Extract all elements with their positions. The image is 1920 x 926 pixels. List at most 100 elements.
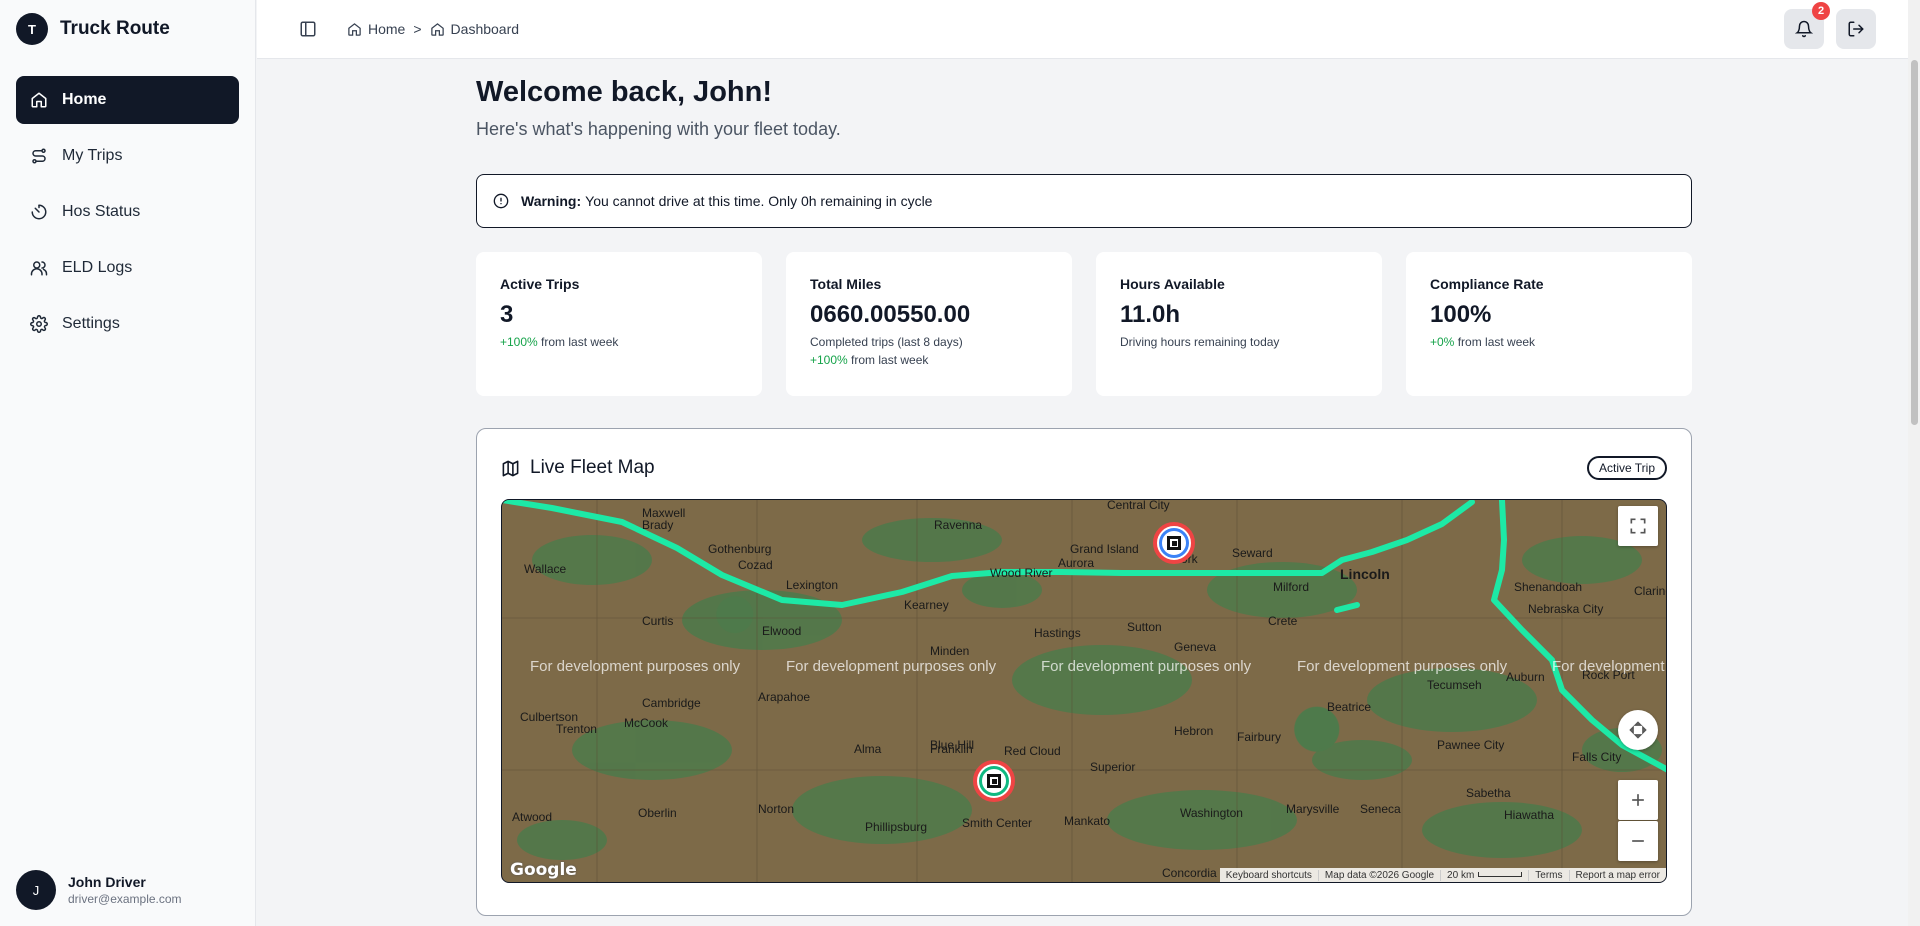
sidebar: T Truck Route Home My Trips Hos Status E… bbox=[0, 0, 256, 926]
breadcrumb-dashboard[interactable]: Dashboard bbox=[430, 21, 519, 37]
map-watermark: For development purposes only bbox=[1297, 658, 1508, 675]
map-city-label: Oberlin bbox=[638, 806, 677, 820]
map-camera-control[interactable] bbox=[1618, 710, 1658, 750]
map-attribution: Keyboard shortcuts Map data ©2026 Google… bbox=[1219, 868, 1666, 882]
stat-value: 11.0h bbox=[1120, 301, 1181, 328]
fullscreen-button[interactable] bbox=[1618, 506, 1658, 546]
map-city-label: Gothenburg bbox=[708, 542, 772, 556]
stat-change: +0% from last week bbox=[1430, 335, 1668, 349]
sidebar-item-eld-logs[interactable]: ELD Logs bbox=[16, 244, 239, 292]
stat-change-suffix: from last week bbox=[1457, 335, 1536, 349]
sidebar-nav: Home My Trips Hos Status ELD Logs Settin… bbox=[0, 58, 255, 348]
map-panel-title: Live Fleet Map bbox=[501, 457, 655, 479]
map-city-label: Cambridge bbox=[642, 696, 701, 710]
route-icon bbox=[32, 148, 46, 164]
map-city-label: Kearney bbox=[904, 598, 949, 612]
notification-badge: 2 bbox=[1812, 2, 1830, 20]
map-scale[interactable]: 20 km bbox=[1440, 869, 1528, 881]
sidebar-item-hos-status[interactable]: Hos Status bbox=[16, 188, 239, 236]
terms-link[interactable]: Terms bbox=[1528, 869, 1568, 881]
stat-change-value: +100% bbox=[500, 335, 538, 349]
map-city-label: Lincoln bbox=[1340, 566, 1390, 582]
map-city-label: Geneva bbox=[1174, 640, 1217, 654]
sidebar-item-home[interactable]: Home bbox=[16, 76, 239, 124]
stat-change: +100% from last week bbox=[500, 335, 738, 349]
bell-icon bbox=[1795, 20, 1813, 38]
map-city-label: Brady bbox=[642, 518, 674, 532]
map-city-label: Lexington bbox=[786, 578, 839, 592]
map-city-label: Hastings bbox=[1034, 626, 1081, 640]
map-city-label: Norton bbox=[758, 802, 795, 816]
map-city-label: Phillipsburg bbox=[865, 820, 928, 834]
stat-change-value: +0% bbox=[1430, 335, 1455, 349]
map-city-label: Crete bbox=[1268, 614, 1298, 628]
map-city-label: Milford bbox=[1273, 580, 1310, 594]
map-city-label: Aurora bbox=[1058, 556, 1095, 570]
map-city-label: Tecumseh bbox=[1427, 678, 1482, 692]
map-city-label: Curtis bbox=[642, 614, 674, 628]
avatar: J bbox=[16, 870, 56, 910]
map-city-label: McCook bbox=[624, 716, 669, 730]
panel-left-icon bbox=[300, 21, 316, 37]
fullscreen-icon bbox=[1630, 518, 1646, 534]
user-email: driver@example.com bbox=[68, 892, 182, 906]
stat-change-value: +100% bbox=[810, 353, 848, 367]
map-city-label: Minden bbox=[930, 644, 970, 658]
zoom-out-button[interactable] bbox=[1618, 821, 1658, 861]
page-subtitle: Here's what's happening with your fleet … bbox=[476, 119, 841, 139]
map-city-label: Mankato bbox=[1064, 814, 1111, 828]
map-city-label: Seward bbox=[1232, 546, 1273, 560]
notifications-button[interactable]: 2 bbox=[1784, 2, 1830, 49]
logout-button[interactable] bbox=[1836, 9, 1876, 49]
google-logo: Google bbox=[510, 860, 577, 880]
page-scrollbar[interactable] bbox=[1908, 0, 1920, 926]
report-map-error-link[interactable]: Report a map error bbox=[1568, 869, 1666, 881]
stat-card-hours-available: Hours Available 11.0h Driving hours rema… bbox=[1096, 252, 1382, 396]
sidebar-toggle-button[interactable] bbox=[297, 18, 319, 40]
stat-change: +100% from last week bbox=[810, 353, 1048, 367]
map-city-label: Red Cloud bbox=[1004, 744, 1061, 758]
truck-marker[interactable] bbox=[973, 760, 1015, 802]
sidebar-item-label: Home bbox=[62, 91, 107, 108]
sidebar-item-my-trips[interactable]: My Trips bbox=[16, 132, 239, 180]
breadcrumb-home[interactable]: Home bbox=[347, 21, 405, 37]
scale-bar bbox=[1478, 872, 1523, 878]
map-watermark: For development purposes only bbox=[1552, 658, 1666, 675]
map-city-label: Marysville bbox=[1286, 802, 1340, 816]
brand[interactable]: T Truck Route bbox=[0, 0, 255, 58]
stat-label: Active Trips bbox=[500, 276, 580, 292]
map-city-label: Alma bbox=[854, 742, 882, 756]
sidebar-item-label: Hos Status bbox=[62, 203, 141, 220]
main-content: Welcome back, John! Here's what's happen… bbox=[476, 59, 1692, 916]
map-city-label: Sabetha bbox=[1466, 786, 1511, 800]
keyboard-shortcuts-link[interactable]: Keyboard shortcuts bbox=[1220, 870, 1318, 881]
map-city-label: Grand Island bbox=[1070, 542, 1139, 556]
map-city-label: Ravenna bbox=[934, 518, 983, 532]
user-profile[interactable]: J John Driver driver@example.com bbox=[16, 870, 182, 910]
map-city-label: Hiawatha bbox=[1504, 808, 1555, 822]
sidebar-item-label: ELD Logs bbox=[62, 259, 133, 276]
scrollbar-thumb[interactable] bbox=[1911, 60, 1918, 425]
stat-label: Hours Available bbox=[1120, 276, 1225, 292]
logout-icon bbox=[1848, 21, 1864, 37]
map-city-label: Cozad bbox=[738, 558, 773, 572]
stat-card-total-miles: Total Miles 0660.00550.00 Completed trip… bbox=[786, 252, 1072, 396]
alert-circle-icon bbox=[493, 193, 509, 209]
map-city-label: Central City bbox=[1107, 499, 1170, 512]
map-city-label: Shenandoah bbox=[1514, 580, 1583, 594]
breadcrumb-separator: > bbox=[413, 21, 422, 37]
map-city-label: Nebraska City bbox=[1528, 602, 1604, 616]
map-title-text: Live Fleet Map bbox=[530, 457, 655, 478]
home-icon bbox=[430, 22, 444, 36]
users-icon bbox=[30, 261, 48, 276]
fleet-map[interactable]: Central City Maxwell Brady Ravenna Grand… bbox=[501, 499, 1667, 883]
truck-marker[interactable] bbox=[1153, 522, 1195, 564]
stat-note: Completed trips (last 8 days) bbox=[810, 335, 963, 349]
stat-label: Compliance Rate bbox=[1430, 276, 1544, 292]
sidebar-item-settings[interactable]: Settings bbox=[16, 300, 239, 348]
timer-icon bbox=[31, 204, 47, 220]
map-city-label: Pawnee City bbox=[1437, 738, 1505, 752]
zoom-in-button[interactable] bbox=[1618, 780, 1658, 820]
map-city-label: Elwood bbox=[762, 624, 802, 638]
alert-message: You cannot drive at this time. Only 0h r… bbox=[585, 193, 933, 209]
